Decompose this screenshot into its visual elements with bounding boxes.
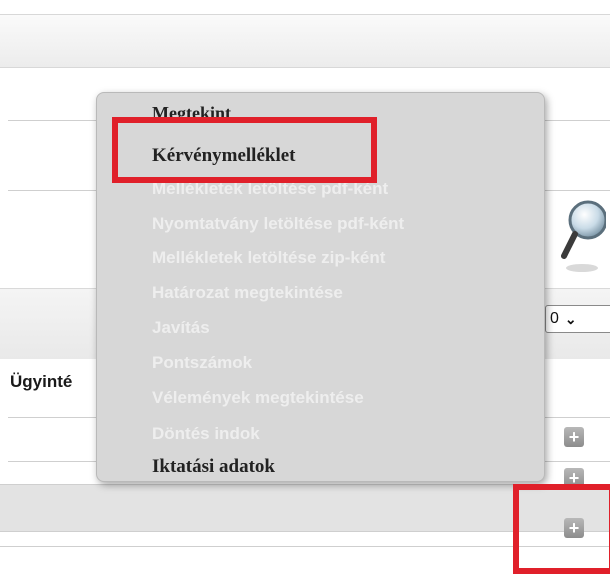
plus-icon[interactable]: + [564, 427, 584, 447]
chevron-down-icon: ⌄ [564, 310, 577, 327]
menu-item-mellekletek-zip: Mellékletek letöltése zip-ként [152, 248, 386, 267]
menu-item-velemenyek: Vélemények megtekintése [152, 388, 364, 407]
magnifier-icon[interactable] [560, 198, 606, 276]
page-size-value: 0 [550, 310, 559, 327]
menu-item-hatarozat: Határozat megtekintése [152, 283, 343, 302]
menu-item-pontszamok: Pontszámok [152, 353, 253, 372]
column-header-ugyintezo[interactable]: Ügyinté [10, 372, 72, 392]
menu-item-iktatasi-adatok[interactable]: Iktatási adatok [152, 456, 275, 478]
menu-item-nyomtatvany-pdf: Nyomtatvány letöltése pdf-ként [152, 214, 405, 233]
menu-item-dontes-indok: Döntés indok [152, 424, 260, 443]
top-toolbar-band [0, 14, 610, 68]
highlight-box-plus-button [513, 484, 610, 574]
page-size-select[interactable]: 0 ⌄ [545, 305, 610, 333]
menu-item-javitas: Javítás [152, 318, 210, 337]
highlight-box-menu-item [112, 117, 377, 183]
